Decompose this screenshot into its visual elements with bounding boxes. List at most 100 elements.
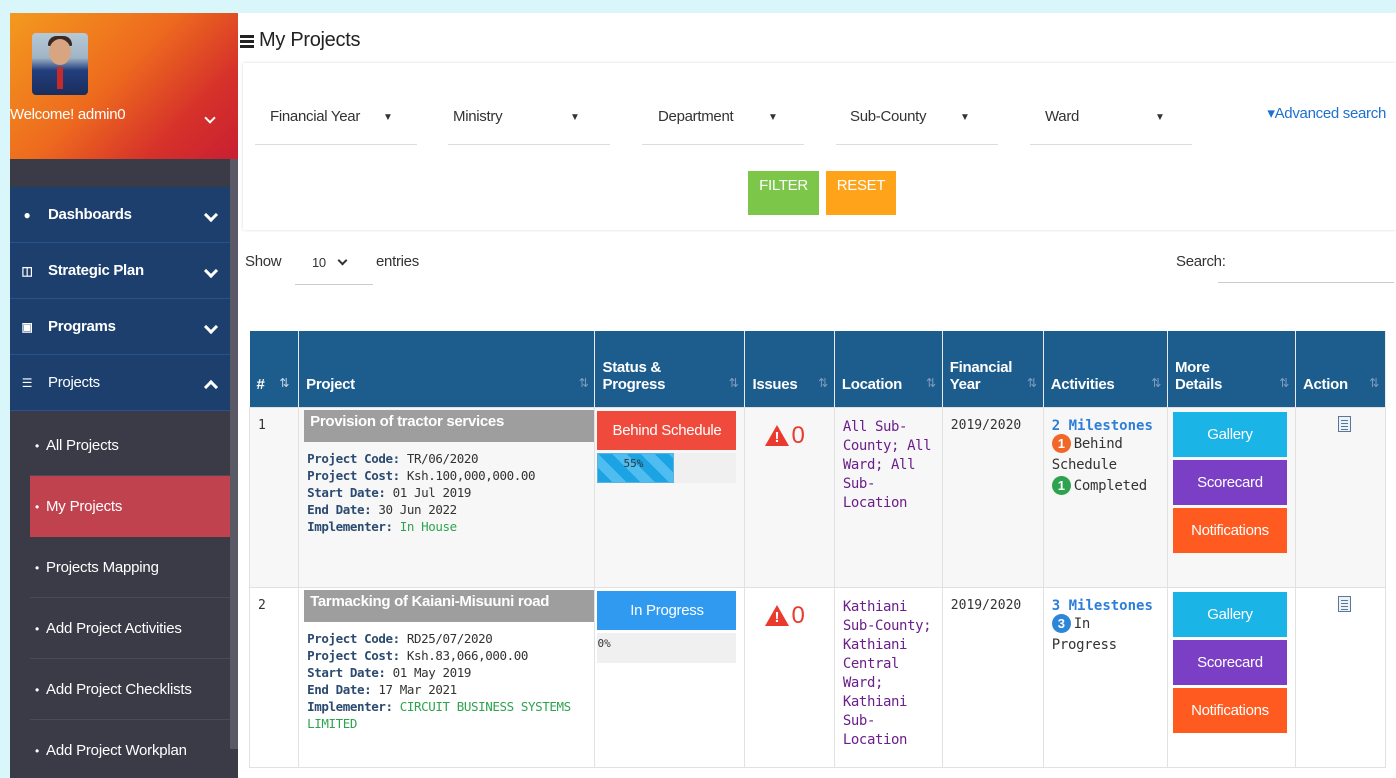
action-cell xyxy=(1294,406,1387,588)
col-header-more-details[interactable]: More Details ⇅ xyxy=(1167,331,1296,407)
advanced-search-link[interactable]: ▾Advanced search xyxy=(1267,104,1386,122)
list-icon: ☰ xyxy=(21,375,33,390)
department-select[interactable]: Department ▼ xyxy=(642,103,804,145)
sidebar-item-label: Programs xyxy=(48,318,116,335)
warning-icon xyxy=(765,605,790,626)
programs-icon: ▣ xyxy=(21,319,33,334)
welcome-user-menu[interactable]: Welcome! admin0 xyxy=(10,106,238,124)
scorecard-button[interactable]: Scorecard xyxy=(1172,459,1287,505)
col-header-activities[interactable]: Activities ⇅ xyxy=(1043,331,1168,407)
scorecard-button[interactable]: Scorecard xyxy=(1172,639,1287,685)
gallery-button[interactable]: Gallery xyxy=(1172,591,1287,637)
sidebar-item-dashboards[interactable]: ● Dashboards xyxy=(10,187,238,243)
ministry-select[interactable]: Ministry ▼ xyxy=(448,103,610,145)
issues-count: 0 xyxy=(791,421,805,449)
submenu-add-project-checklists[interactable]: Add Project Checklists xyxy=(10,659,238,720)
entries-label: entries xyxy=(376,253,419,270)
row-number: 2 xyxy=(248,586,300,768)
sidebar-item-label: Strategic Plan xyxy=(48,262,144,279)
financial-year-select[interactable]: Financial Year ▼ xyxy=(255,103,417,145)
progress-bar: 0% xyxy=(597,632,737,663)
status-cell: In Progress 0% xyxy=(594,586,746,768)
issues-count: 0 xyxy=(791,601,805,629)
issues-link[interactable]: 0 xyxy=(753,418,825,450)
project-title: Provision of tractor services xyxy=(304,409,595,442)
document-icon[interactable] xyxy=(1337,595,1351,612)
start-date: 01 May 2019 xyxy=(392,664,472,680)
submenu-label: All Projects xyxy=(46,437,119,454)
filter-button[interactable]: FILTER xyxy=(748,171,819,215)
projects-submenu: All Projects My Projects Projects Mappin… xyxy=(10,411,238,778)
sidebar-item-label: Dashboards xyxy=(48,206,132,223)
search-input[interactable] xyxy=(1218,245,1394,283)
col-header-num[interactable]: # ⇅ xyxy=(249,331,300,407)
submenu-all-projects[interactable]: All Projects xyxy=(10,415,238,476)
columns-icon: ◫ xyxy=(21,263,33,278)
col-header-location[interactable]: Location ⇅ xyxy=(834,331,943,407)
table-row: 2 Tarmacking of Kaiani-Misuuni road Proj… xyxy=(248,586,1387,768)
document-icon[interactable] xyxy=(1337,415,1351,432)
chevron-down-icon xyxy=(337,255,348,266)
chevron-down-icon xyxy=(203,207,219,224)
milestones-link[interactable]: 2 Milestones xyxy=(1052,418,1159,434)
submenu-add-project-activities[interactable]: Add Project Activities xyxy=(10,598,238,659)
count-badge: 1 xyxy=(1051,475,1071,495)
location-cell: All Sub- County; All Ward; All Sub-Locat… xyxy=(833,406,943,588)
sidebar-item-projects[interactable]: ☰ Projects xyxy=(10,355,238,411)
more-details-cell: Gallery Scorecard Notifications xyxy=(1166,406,1296,588)
status-cell: Behind Schedule 55% xyxy=(594,406,746,588)
caret-down-icon: ▼ xyxy=(570,112,580,123)
sidebar-nav: ● Dashboards ◫ Strategic Plan ▣ Programs… xyxy=(10,187,238,411)
list-icon xyxy=(240,34,254,48)
end-date: 17 Mar 2021 xyxy=(378,681,457,697)
issues-link[interactable]: 0 xyxy=(753,598,825,630)
notifications-button[interactable]: Notifications xyxy=(1172,507,1287,553)
progress-text: 0% xyxy=(597,636,611,650)
count-badge: 1 xyxy=(1051,433,1071,453)
caret-down-icon: ▼ xyxy=(768,112,778,123)
submenu-label: Add Project Workplan xyxy=(46,742,187,759)
warning-icon xyxy=(765,425,790,446)
end-date: 30 Jun 2022 xyxy=(378,501,457,517)
financial-year-cell: 2019/2020 xyxy=(941,406,1044,588)
avatar xyxy=(32,33,88,95)
select-label: Ward xyxy=(1045,108,1080,125)
col-header-issues[interactable]: Issues ⇅ xyxy=(744,331,835,407)
location-text: All Sub- County; All Ward; All Sub-Locat… xyxy=(842,418,932,511)
implementer: CIRCUIT BUSINESS SYSTEMS xyxy=(399,698,571,714)
issues-cell: 0 xyxy=(744,406,835,588)
submenu-my-projects[interactable]: My Projects xyxy=(30,476,238,537)
financial-year-cell: 2019/2020 xyxy=(941,586,1044,768)
sidebar: Welcome! admin0 ● Dashboards ◫ Strategic… xyxy=(10,13,238,778)
ward-select[interactable]: Ward ▼ xyxy=(1030,103,1192,145)
entries-select[interactable]: 10 xyxy=(295,253,373,285)
sidebar-item-label: Projects xyxy=(48,374,100,391)
chevron-up-icon xyxy=(203,379,219,396)
milestones-link[interactable]: 3 Milestones xyxy=(1052,598,1159,614)
sidebar-header: Welcome! admin0 xyxy=(10,13,238,159)
sidebar-item-strategic-plan[interactable]: ◫ Strategic Plan xyxy=(10,243,238,299)
chevron-down-icon xyxy=(203,263,219,280)
projects-table: # ⇅ Project ⇅ Status & Progress ⇅ Issues ⇅ Lo… xyxy=(248,331,1387,768)
main-content: My Projects Financial Year ▼ Ministry ▼ … xyxy=(238,13,1396,778)
entries-control: Show 10 entries xyxy=(245,253,419,285)
notifications-button[interactable]: Notifications xyxy=(1172,687,1287,733)
col-header-project[interactable]: Project ⇅ xyxy=(298,331,596,407)
caret-down-icon: ▼ xyxy=(383,112,393,123)
reset-button[interactable]: RESET xyxy=(826,171,896,215)
submenu-add-project-workplan[interactable]: Add Project Workplan xyxy=(10,720,238,778)
select-label: Sub-County xyxy=(850,108,927,125)
activities-cell: 3 Milestones 3 In Progress xyxy=(1042,586,1168,768)
sub-county-select[interactable]: Sub-County ▼ xyxy=(836,103,998,145)
activities-cell: 2 Milestones 1 Behind Schedule 1 Completed xyxy=(1042,406,1168,588)
sidebar-scrollbar[interactable] xyxy=(230,159,238,749)
gallery-button[interactable]: Gallery xyxy=(1172,411,1287,457)
progress-bar: 55% xyxy=(597,452,737,483)
row-number: 1 xyxy=(248,406,300,588)
col-header-financial-year[interactable]: Financial Year ⇅ xyxy=(942,331,1044,407)
activity-text: Schedule xyxy=(1051,456,1117,473)
col-header-action[interactable]: Action ⇅ xyxy=(1295,331,1387,407)
col-header-status[interactable]: Status & Progress ⇅ xyxy=(594,331,746,407)
sidebar-item-programs[interactable]: ▣ Programs xyxy=(10,299,238,355)
submenu-projects-mapping[interactable]: Projects Mapping xyxy=(10,537,238,598)
